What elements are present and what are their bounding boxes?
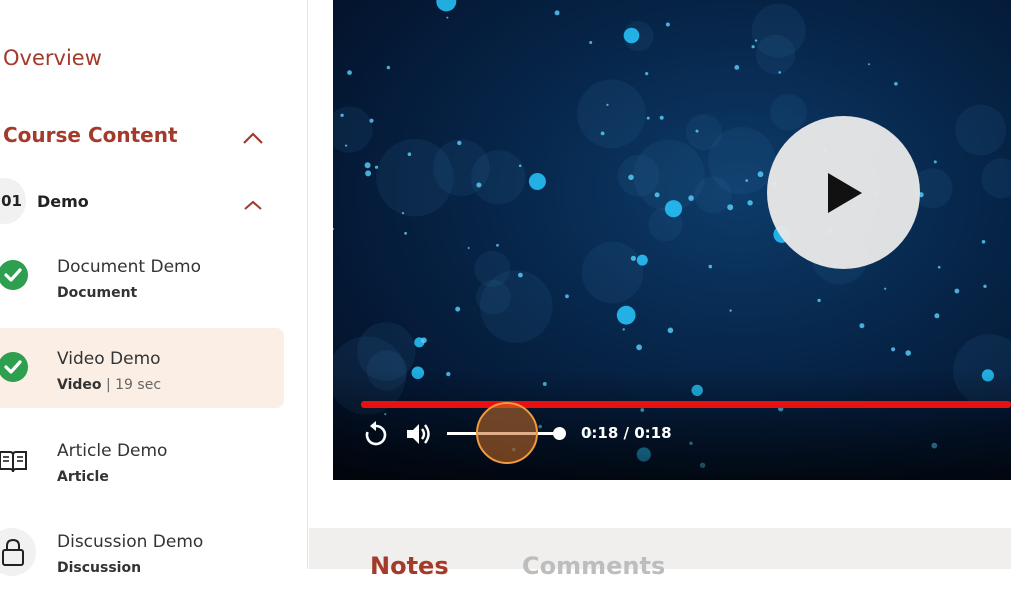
open-book-icon (0, 444, 30, 478)
cursor-highlight (476, 402, 538, 464)
lesson-item-article-demo[interactable]: Article Demo Article (0, 420, 284, 500)
volume-icon[interactable] (405, 421, 433, 451)
lesson-item-video-demo[interactable]: Video Demo Video | 19 sec (0, 328, 284, 408)
course-sidebar: Overview Course Content 01 Demo Document… (0, 0, 308, 576)
play-button[interactable] (767, 116, 920, 269)
lesson-title: Document Demo (57, 257, 201, 277)
lesson-type: Video (57, 377, 102, 393)
lesson-title: Video Demo (57, 349, 161, 369)
chevron-up-icon[interactable] (243, 199, 265, 213)
lesson-item-discussion-demo[interactable]: Discussion Demo Discussion (0, 512, 284, 592)
lesson-duration: | 19 sec (105, 377, 162, 393)
replay-icon[interactable] (363, 420, 389, 452)
lesson-meta: Discussion (57, 560, 141, 576)
lesson-meta: Video | 19 sec (57, 377, 161, 393)
lesson-title: Discussion Demo (57, 532, 204, 552)
tab-notes[interactable]: Notes (370, 552, 449, 580)
lock-icon (0, 535, 30, 569)
time-display: 0:18 / 0:18 (581, 424, 672, 442)
check-circle-icon (0, 258, 30, 292)
lesson-meta: Article (57, 469, 109, 485)
check-circle-icon (0, 350, 30, 384)
video-player[interactable]: 0:18 / 0:18 (333, 0, 1011, 480)
tab-comments[interactable]: Comments (522, 552, 665, 580)
play-icon (828, 173, 862, 213)
volume-slider-handle[interactable] (553, 427, 566, 440)
lesson-item-document-demo[interactable]: Document Demo Document (0, 236, 284, 316)
module-title[interactable]: Demo (37, 192, 89, 211)
lesson-type: Discussion (57, 560, 142, 576)
progress-bar[interactable] (361, 401, 1011, 408)
overview-link[interactable]: Overview (3, 46, 102, 70)
module-number-badge: 01 (0, 178, 26, 224)
course-content-heading[interactable]: Course Content (3, 123, 178, 147)
lesson-title: Article Demo (57, 441, 168, 461)
lesson-type: Document (57, 285, 138, 301)
controls-gradient (333, 370, 1011, 480)
lesson-meta: Document (57, 285, 137, 301)
chevron-up-icon[interactable] (242, 131, 264, 145)
lesson-type: Article (57, 469, 109, 485)
